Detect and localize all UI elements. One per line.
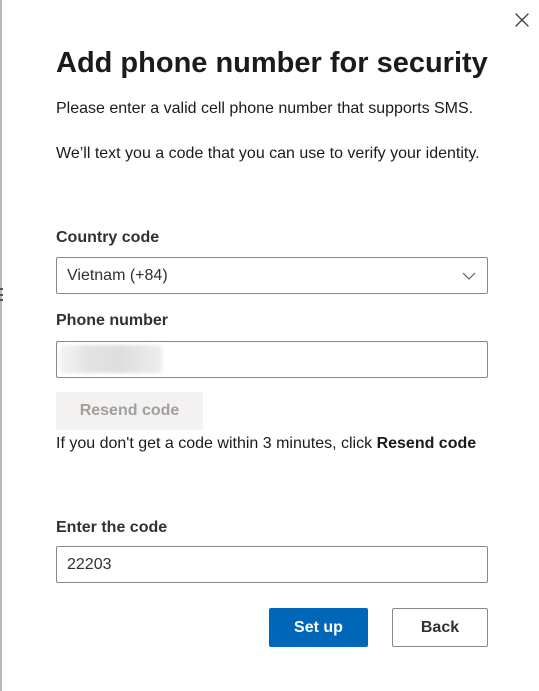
close-icon — [515, 13, 529, 27]
set-up-button[interactable]: Set up — [269, 608, 368, 647]
country-code-select[interactable]: Vietnam (+84) — [56, 257, 488, 294]
dialog-title: Add phone number for security — [56, 47, 488, 79]
background-edge-mark — [0, 299, 3, 301]
enter-code-label: Enter the code — [56, 519, 168, 536]
background-window-edge — [0, 0, 2, 691]
dialog-info: We’ll text you a code that you can use t… — [56, 145, 480, 162]
phone-number-input[interactable] — [56, 341, 488, 378]
close-button[interactable] — [512, 10, 532, 30]
country-code-label: Country code — [56, 229, 160, 246]
resend-hint: If you don't get a code within 3 minutes… — [56, 431, 486, 457]
security-phone-dialog: Add phone number for security Please ent… — [0, 0, 539, 691]
resend-hint-text: If you don't get a code within 3 minutes… — [56, 435, 377, 452]
background-edge-mark — [0, 288, 3, 290]
country-code-value: Vietnam (+84) — [67, 267, 168, 284]
chevron-down-icon — [462, 272, 476, 280]
resend-hint-emphasis: Resend code — [376, 435, 477, 452]
background-edge-mark — [0, 294, 3, 296]
resend-code-button[interactable]: Resend code — [56, 392, 203, 430]
dialog-description: Please enter a valid cell phone number t… — [56, 100, 474, 117]
back-button[interactable]: Back — [392, 608, 488, 647]
phone-number-label: Phone number — [56, 312, 169, 329]
verification-code-input[interactable] — [56, 546, 488, 583]
